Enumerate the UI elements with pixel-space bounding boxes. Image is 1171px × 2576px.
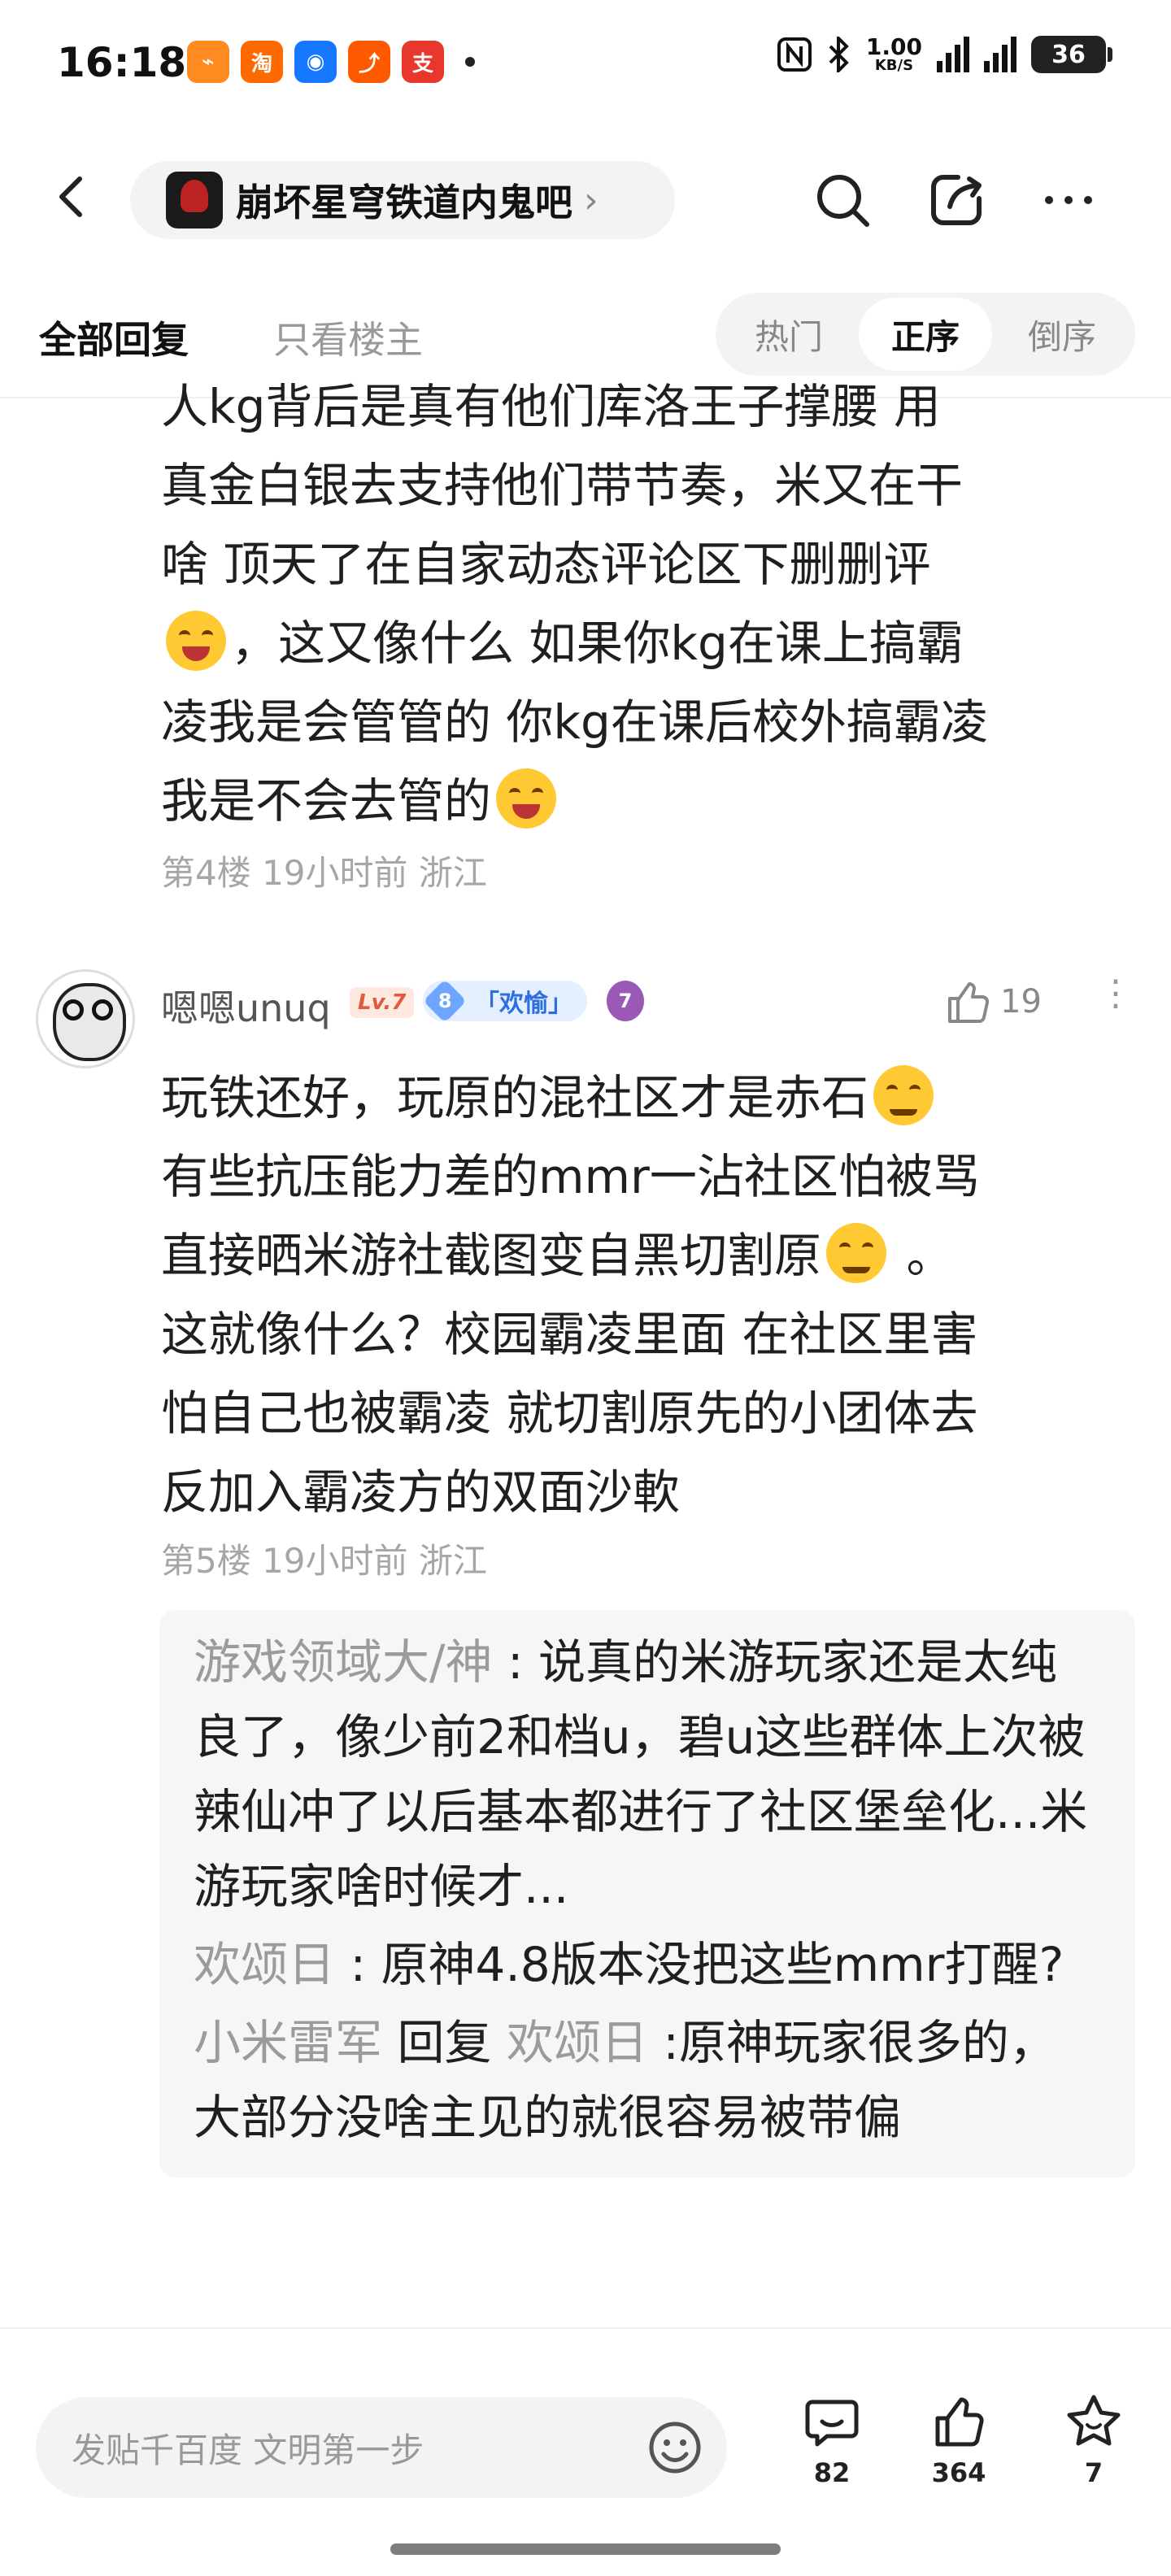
post-5-meta: 第5楼 19小时前 浙江 xyxy=(161,1541,487,1581)
post-4-body: 人kg背后是真有他们库洛王子撑腰 用 真金白银去支持他们带节奏，米又在干 啥 顶… xyxy=(161,379,988,829)
star-icon xyxy=(1067,2395,1121,2446)
forum-avatar xyxy=(166,172,223,228)
comments-count: 82 xyxy=(813,2457,851,2488)
1688-icon: ⤴ xyxy=(348,41,390,83)
sub-reply[interactable]: 欢颂日 : 原神4.8版本没把这些mmr打醒? xyxy=(194,1927,1103,2002)
more-icon[interactable]: ⋮ xyxy=(1098,976,1134,1012)
bottom-bar: 发贴千百度 文明第一步 82 364 7 xyxy=(0,2327,1171,2576)
status-time: 16:18 xyxy=(57,39,187,86)
thumbs-up-icon xyxy=(935,2397,984,2447)
nfc-icon xyxy=(777,37,812,72)
status-indicators: 1.00 KB/S 36 xyxy=(777,33,1112,74)
search-icon[interactable] xyxy=(812,169,873,231)
reply-author[interactable]: 游戏领域大/神 xyxy=(194,1634,493,1690)
net-speed: 1.00 KB/S xyxy=(865,33,922,74)
forum-name: 崩坏星穹铁道内鬼吧 xyxy=(236,181,572,224)
likes-count: 364 xyxy=(931,2457,986,2488)
reply-target[interactable]: 欢颂日 xyxy=(507,2015,648,2070)
tab-all-replies[interactable]: 全部回复 xyxy=(39,311,189,364)
sort-toggle: 热门 正序 倒序 xyxy=(716,293,1135,376)
emoji-icon[interactable] xyxy=(647,2420,703,2475)
sort-ascending[interactable]: 正序 xyxy=(859,298,992,371)
chat-icon: ◉ xyxy=(294,41,337,83)
taobao-icon: 淘 xyxy=(241,41,283,83)
alipay-icon: 支 xyxy=(402,41,444,83)
signal-icon xyxy=(937,37,969,72)
sub-reply[interactable]: 游戏领域大/神 : 说真的米游玩家还是太纯良了，像少前2和档u，碧u这些群体上次… xyxy=(194,1625,1103,1924)
signal-icon xyxy=(984,37,1016,72)
sort-descending[interactable]: 倒序 xyxy=(995,298,1129,371)
notification-icons: ⌁ 淘 ◉ ⤴ 支 xyxy=(187,41,475,83)
avatar[interactable] xyxy=(36,969,135,1068)
like-button[interactable]: 19 xyxy=(943,977,1042,1026)
sort-hot[interactable]: 热门 xyxy=(722,298,855,371)
smug-emoji-icon xyxy=(826,1223,887,1283)
member-badge: 8 「欢愉」 xyxy=(423,979,587,1023)
thumbs-up-icon xyxy=(948,982,990,1023)
sweat-emoji-icon xyxy=(873,1065,934,1125)
status-bar: 16:18 ⌁ 淘 ◉ ⤴ 支 1.00 KB/S 36 xyxy=(0,0,1171,130)
level-badge: Lv.7 xyxy=(350,987,415,1018)
reply-author[interactable]: 欢颂日 xyxy=(194,1937,335,1992)
bluetooth-icon xyxy=(829,37,849,72)
chevron-right-icon: › xyxy=(584,179,599,221)
grin-emoji-icon xyxy=(496,768,557,829)
grin-emoji-icon xyxy=(166,611,226,671)
reply-author[interactable]: 小米雷军 xyxy=(194,2015,382,2070)
top-nav: 崩坏星穹铁道内鬼吧 › xyxy=(0,146,1171,252)
back-icon[interactable] xyxy=(49,172,98,221)
medal-icon: 7 xyxy=(607,981,644,1021)
post-4-meta: 第4楼 19小时前 浙江 xyxy=(161,853,487,893)
likes-button[interactable]: 364 xyxy=(914,2392,1003,2488)
sub-replies[interactable]: 游戏领域大/神 : 说真的米游玩家还是太纯良了，像少前2和档u，碧u这些群体上次… xyxy=(159,1610,1135,2178)
comment-input[interactable]: 发贴千百度 文明第一步 xyxy=(36,2397,727,2498)
like-count: 19 xyxy=(1000,983,1042,1020)
comment-placeholder: 发贴千百度 文明第一步 xyxy=(72,2430,424,2470)
favorite-button[interactable]: 7 xyxy=(1049,2392,1138,2488)
forum-entry[interactable]: 崩坏星穹铁道内鬼吧 › xyxy=(130,161,675,239)
comments-button[interactable]: 82 xyxy=(787,2392,877,2488)
mango-icon: ⌁ xyxy=(187,41,229,83)
more-notifications-dot xyxy=(465,57,475,67)
comment-icon xyxy=(805,2400,859,2447)
battery-icon: 36 xyxy=(1031,36,1112,73)
share-icon[interactable] xyxy=(925,169,987,231)
post-5-body: 玩铁还好，玩原的混社区才是赤石 有些抗压能力差的mmr一沾社区怕被骂 直接晒米游… xyxy=(161,1059,1137,1532)
username[interactable]: 嗯嗯unuq xyxy=(161,979,331,1033)
sub-reply[interactable]: 小米雷军 回复 欢颂日 :原神玩家很多的，大部分没啥主见的就很容易被带偏 xyxy=(194,2005,1103,2155)
tab-op-only[interactable]: 只看楼主 xyxy=(273,311,423,364)
more-icon[interactable] xyxy=(1038,169,1099,231)
home-indicator[interactable] xyxy=(390,2543,781,2555)
favorites-count: 7 xyxy=(1084,2457,1104,2488)
